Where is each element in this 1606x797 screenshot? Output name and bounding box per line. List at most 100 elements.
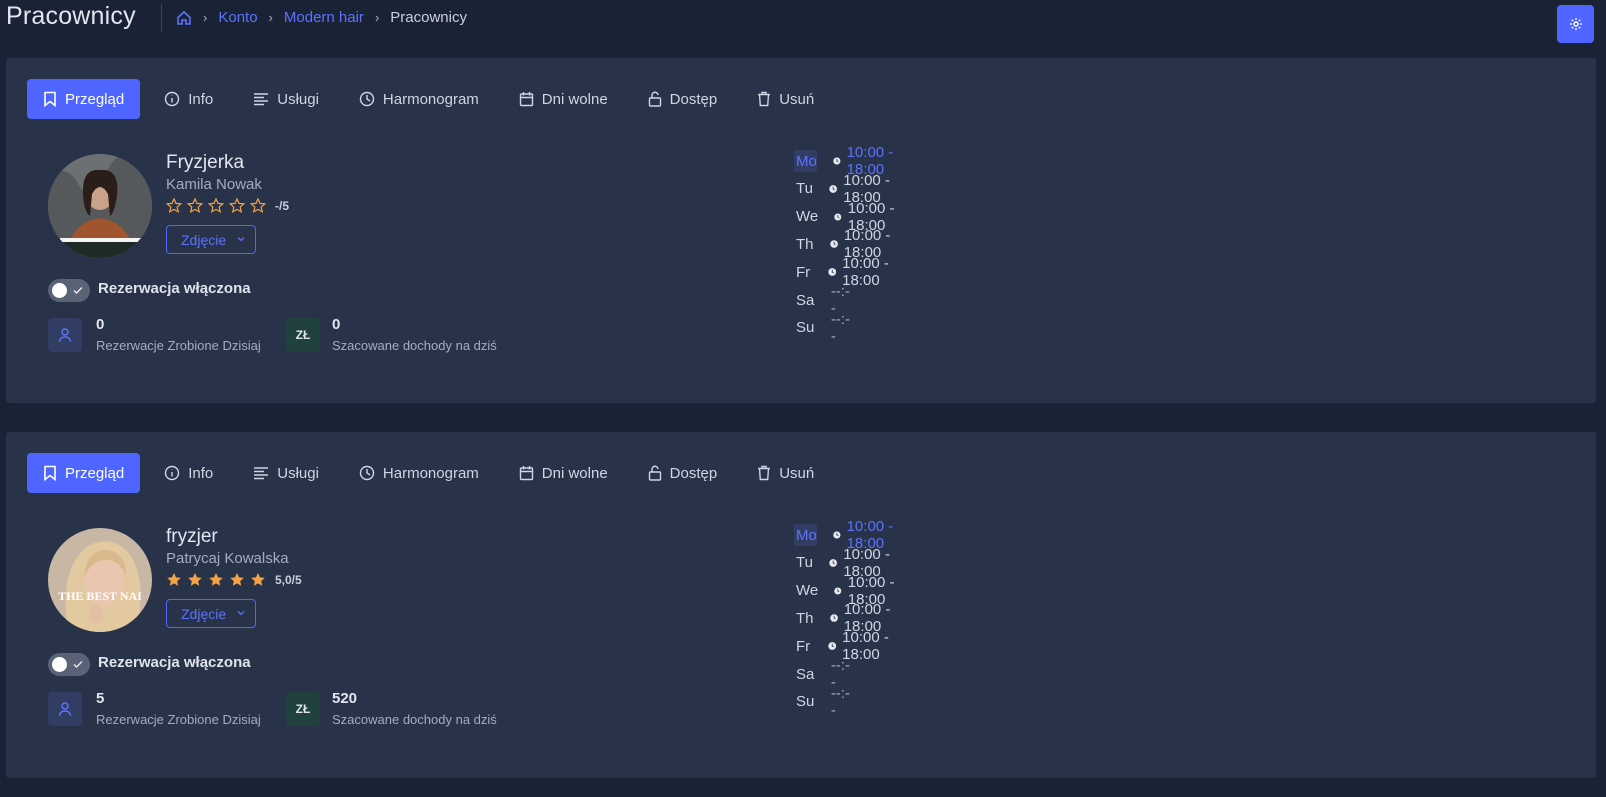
list-icon xyxy=(254,93,269,106)
clock-icon xyxy=(828,642,836,651)
employee-name: Patrycaj Kowalska xyxy=(166,550,289,567)
schedule-row: Fr 10:00 - 18:00 xyxy=(794,629,896,663)
chevron-right-icon: › xyxy=(203,10,208,25)
schedule-row: Mo 10:00 - 18:00 xyxy=(794,144,896,178)
schedule-row: Tu 10:00 - 18:00 xyxy=(794,546,896,580)
reservations-count: 0 xyxy=(96,316,105,333)
star-filled-icon xyxy=(209,573,223,586)
day-name: Fr xyxy=(796,263,811,281)
rating-score: -/5 xyxy=(275,198,290,213)
day-hours: --:-- xyxy=(830,684,850,719)
tab-usun[interactable]: Usuń xyxy=(741,79,830,119)
clock-icon xyxy=(359,91,375,107)
breadcrumb-konto[interactable]: Konto xyxy=(218,9,257,26)
tab-przeglad[interactable]: Przegląd xyxy=(27,453,141,493)
chevron-right-icon: › xyxy=(268,10,273,25)
income-label: Szacowane dochody na dziś xyxy=(332,338,497,353)
star-filled-icon xyxy=(230,573,244,586)
tab-dostep[interactable]: Dostęp xyxy=(632,453,734,493)
user-icon xyxy=(48,318,82,352)
day-name: Tu xyxy=(796,180,813,198)
day-hours: --:-- xyxy=(830,310,850,345)
bookmark-icon xyxy=(44,465,56,481)
clock-icon xyxy=(833,157,841,165)
tab-info[interactable]: Info xyxy=(148,453,229,493)
day-name: Mo xyxy=(794,524,817,546)
schedule-row: Su --:-- xyxy=(794,685,850,719)
day-name: Mo xyxy=(794,150,817,172)
breadcrumb-current: Pracownicy xyxy=(390,9,467,26)
income-value: 520 xyxy=(332,690,358,707)
avatar: THE BEST NAI xyxy=(48,528,152,632)
schedule-row: Fr 10:00 - 18:00 xyxy=(794,255,896,289)
clock-icon xyxy=(828,268,836,277)
star-empty-icon xyxy=(208,198,224,213)
currency-badge: ZŁ xyxy=(286,318,320,352)
clock-icon xyxy=(359,465,375,481)
employee-role: fryzjer xyxy=(166,526,218,547)
avatar xyxy=(48,154,152,258)
income-value: 0 xyxy=(332,316,341,333)
rating-score: 5,0/5 xyxy=(275,572,302,587)
tab-harmonogram[interactable]: Harmonogram xyxy=(343,79,495,119)
rating: -/5 xyxy=(166,198,289,213)
schedule-row: Sa --:-- xyxy=(794,657,850,691)
clock-icon xyxy=(829,184,837,193)
user-icon xyxy=(48,692,82,726)
schedule-row: We 10:00 - 18:00 xyxy=(794,574,896,608)
unlock-icon xyxy=(648,465,661,481)
star-empty-icon xyxy=(187,198,203,213)
day-name: We xyxy=(796,582,819,600)
unlock-icon xyxy=(648,91,661,107)
toggle-label: Rezerwacja włączona xyxy=(98,280,251,297)
day-name: Sa xyxy=(796,291,815,309)
list-icon xyxy=(254,467,269,480)
schedule-row: Sa --:-- xyxy=(794,283,850,317)
star-filled-icon xyxy=(167,573,181,586)
tab-info[interactable]: Info xyxy=(148,79,229,119)
employee-card: Przegląd Info Usługi Harmonogram Dni wol… xyxy=(6,432,1596,778)
breadcrumb-modern-hair[interactable]: Modern hair xyxy=(284,9,364,26)
tab-harmonogram[interactable]: Harmonogram xyxy=(343,453,495,493)
reservation-toggle[interactable] xyxy=(48,653,90,676)
photo-dropdown-button[interactable]: Zdjęcie xyxy=(166,225,256,254)
tab-przeglad[interactable]: Przegląd xyxy=(27,79,141,119)
tab-uslugi[interactable]: Usługi xyxy=(237,453,335,493)
schedule-row: Th 10:00 - 18:00 xyxy=(794,227,896,261)
day-name: Th xyxy=(796,235,814,253)
day-name: Fr xyxy=(796,637,811,655)
clock-icon xyxy=(829,240,838,249)
home-icon[interactable] xyxy=(176,10,192,26)
check-icon xyxy=(73,287,83,294)
page-title: Pracownicy xyxy=(6,2,136,30)
schedule-row: Mo 10:00 - 18:00 xyxy=(794,518,896,552)
reservation-toggle[interactable] xyxy=(48,279,90,302)
top-bar: Pracownicy › Konto › Modern hair › Praco… xyxy=(0,0,1606,46)
check-icon xyxy=(73,661,83,668)
reservations-label: Rezerwacje Zrobione Dzisiaj xyxy=(96,712,261,727)
clock-icon xyxy=(833,531,841,539)
day-hours: 10:00 - 18:00 xyxy=(842,255,889,290)
avatar-watermark: THE BEST NAI xyxy=(58,589,142,603)
star-empty-icon xyxy=(229,198,245,213)
star-filled-icon xyxy=(188,573,202,586)
day-name: Tu xyxy=(796,554,813,572)
tab-usun[interactable]: Usuń xyxy=(741,453,830,493)
info-icon xyxy=(165,91,180,107)
settings-button[interactable] xyxy=(1557,5,1594,43)
divider xyxy=(161,4,162,32)
chevron-down-icon xyxy=(237,611,245,616)
info-icon xyxy=(165,465,180,481)
gear-icon xyxy=(1569,18,1582,30)
tab-dostep[interactable]: Dostęp xyxy=(632,79,734,119)
reservations-label: Rezerwacje Zrobione Dzisiaj xyxy=(96,338,261,353)
reservations-count: 5 xyxy=(96,690,105,707)
tab-dni-wolne[interactable]: Dni wolne xyxy=(503,79,624,119)
star-filled-icon xyxy=(251,573,265,586)
clock-icon xyxy=(834,587,842,595)
schedule-row: We 10:00 - 18:00 xyxy=(794,200,896,234)
tab-uslugi[interactable]: Usługi xyxy=(237,79,335,119)
tab-dni-wolne[interactable]: Dni wolne xyxy=(503,453,624,493)
photo-dropdown-button[interactable]: Zdjęcie xyxy=(166,599,256,628)
trash-icon xyxy=(758,91,771,107)
